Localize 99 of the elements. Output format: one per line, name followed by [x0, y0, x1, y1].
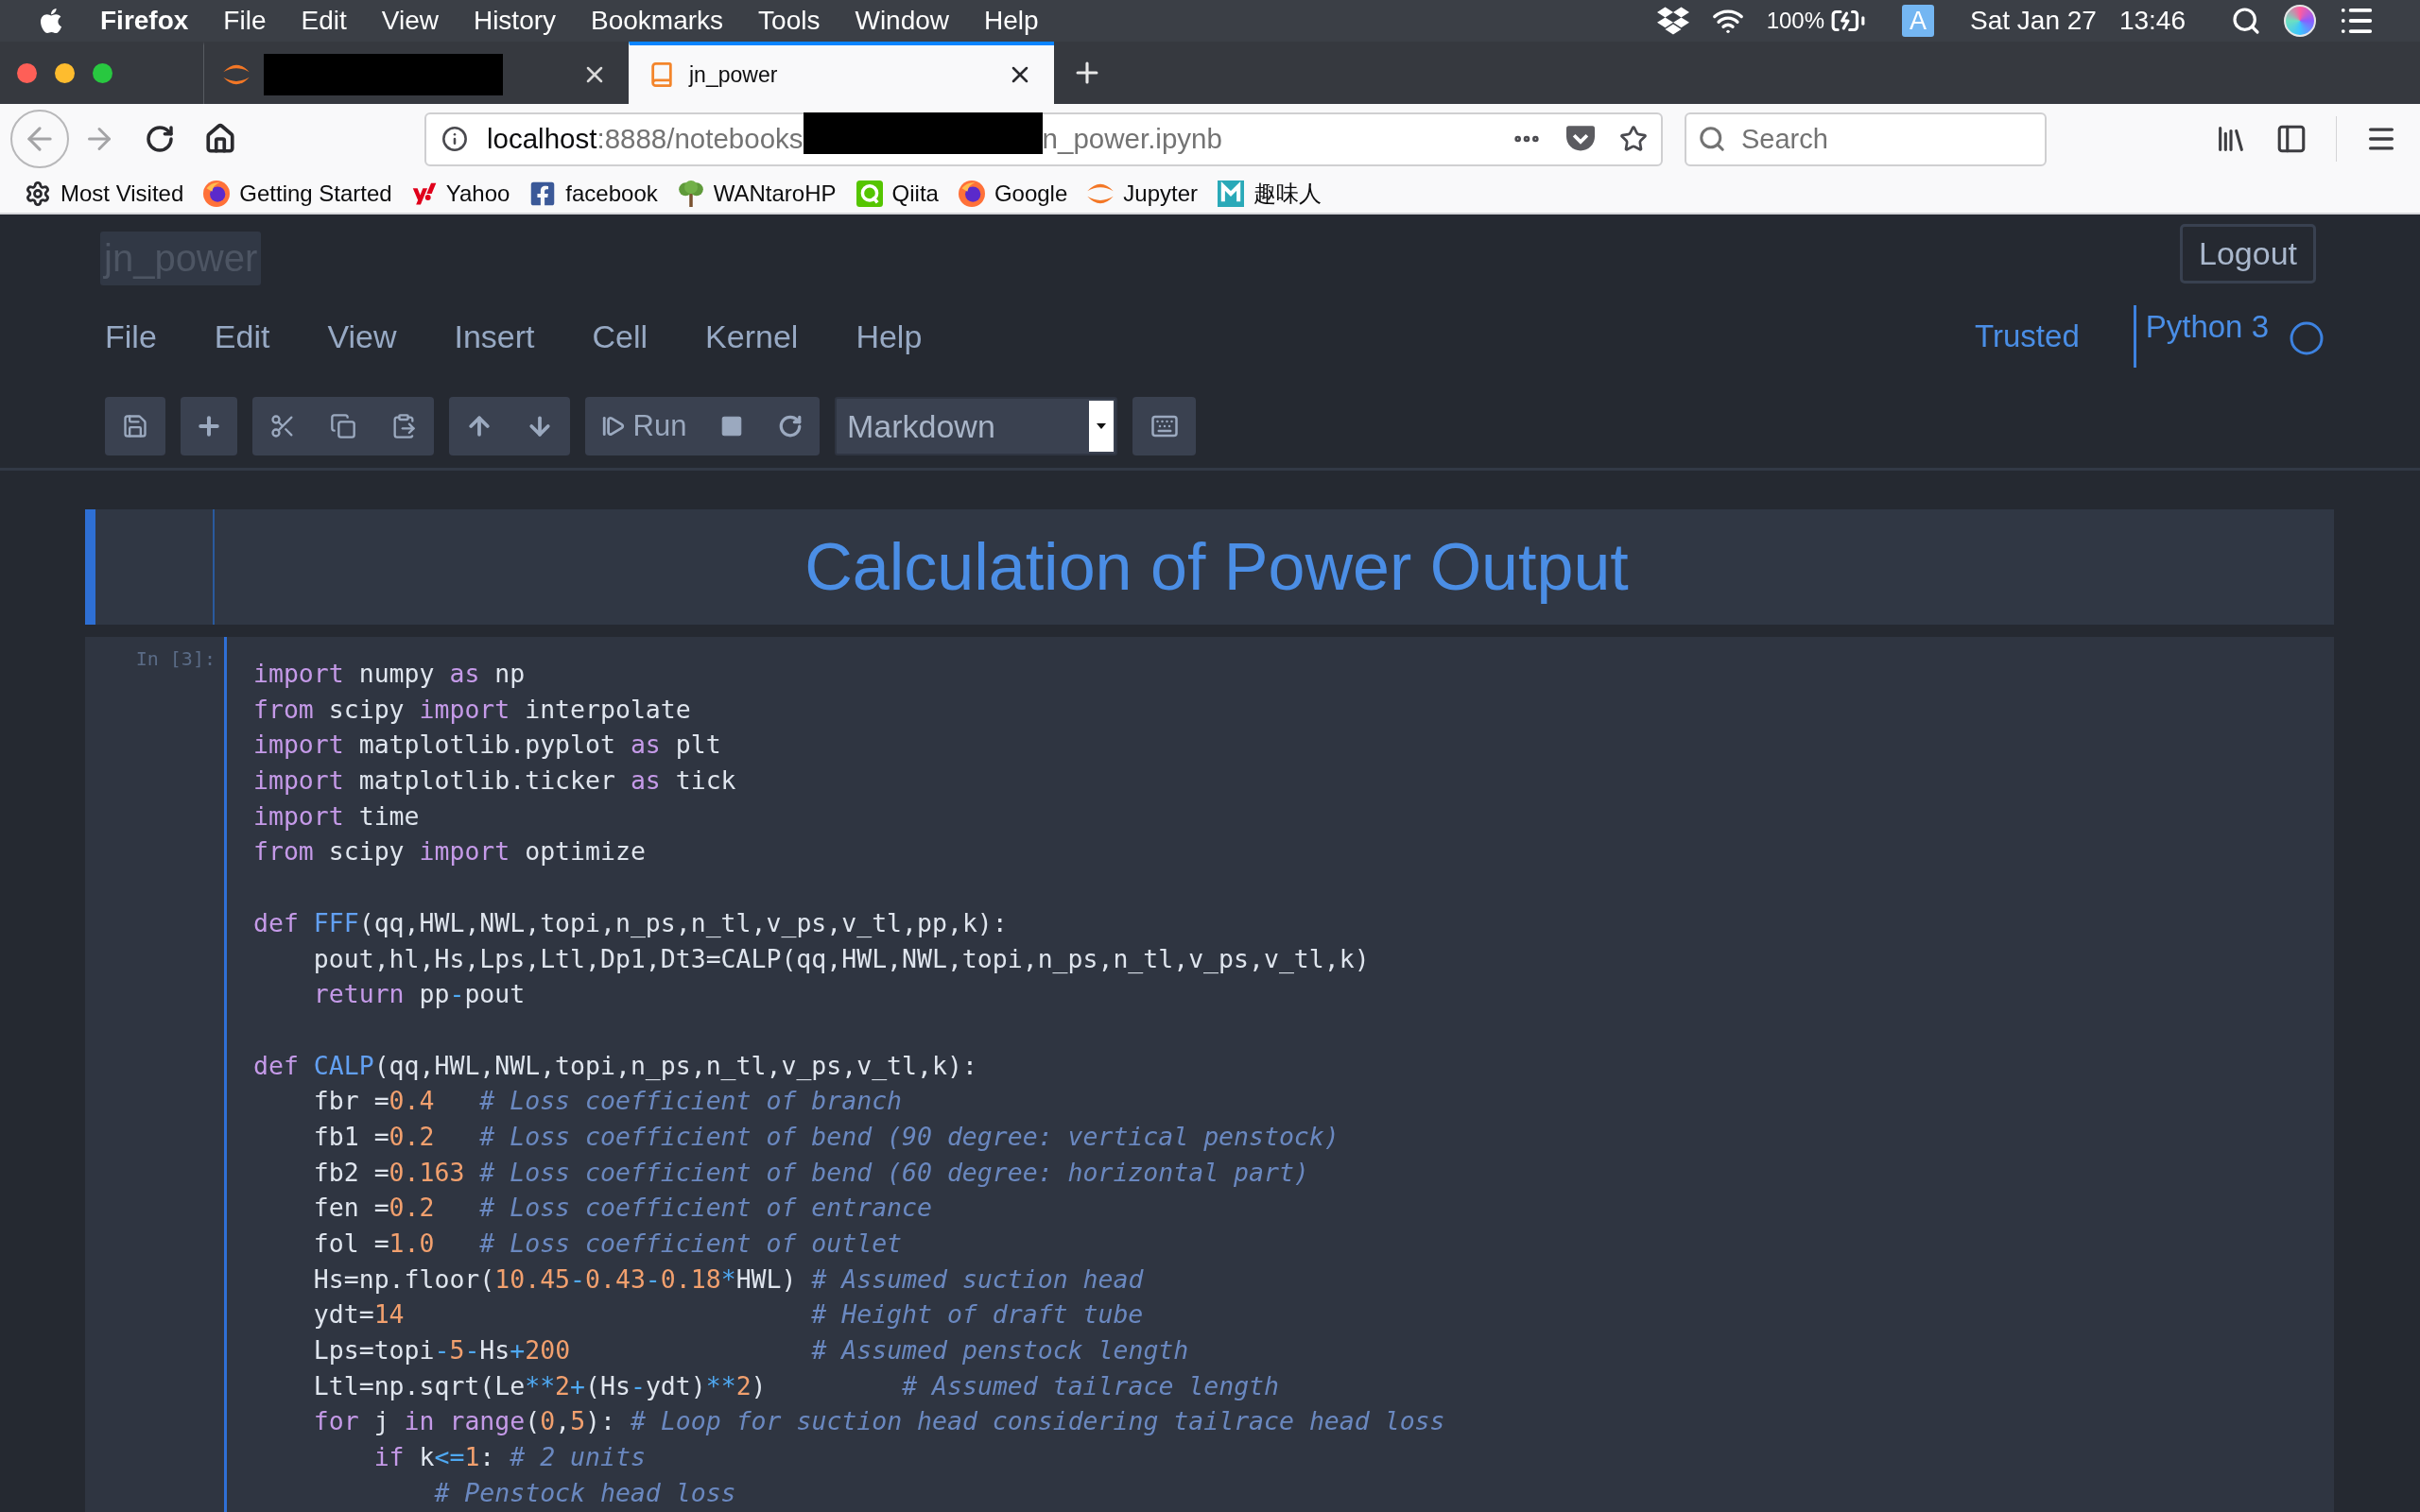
cell-heading: Calculation of Power Output — [804, 528, 1629, 606]
kernel-name[interactable]: Python 3 — [2145, 309, 2269, 345]
zoom-window-button[interactable] — [93, 62, 112, 83]
code-line: # Penstock head loss — [433, 1476, 736, 1509]
home-icon[interactable] — [204, 123, 236, 155]
menu-item[interactable]: File — [223, 0, 267, 42]
cell-type-select[interactable]: Markdown — [835, 397, 1117, 455]
code-line: ydt=14 # Height of draft tube — [312, 1298, 1144, 1332]
bookmark-item[interactable]: WANtaroHP — [677, 180, 837, 207]
code-line: from scipy import optimize — [253, 835, 646, 868]
code-line: def FFF(qq,HWL,NWL,topi,n_ps,n_tl,v_ps,v_tl,pp,k): — [253, 906, 1008, 939]
code-line: Hs=np.floor(10.45-0.43-0.18*HWL) # Assumed suction head — [312, 1263, 1144, 1296]
search-icon — [1698, 125, 1726, 153]
code-line: fbr =0.4 # Loss coefficient of branch — [312, 1085, 903, 1118]
code-line: return pp-pout — [312, 978, 526, 1011]
m-logo-icon — [1218, 180, 1244, 207]
menu-item[interactable]: History — [473, 0, 557, 42]
menu-item[interactable]: Edit — [214, 318, 270, 355]
menu-item[interactable]: Bookmarks — [591, 0, 724, 42]
code-line: import numpy as np — [253, 658, 526, 690]
menu-item[interactable]: Help — [856, 318, 923, 355]
cut-button[interactable] — [252, 397, 313, 455]
menu-item[interactable]: View — [327, 318, 397, 355]
code-line: if k<=1: # 2 units — [372, 1441, 646, 1474]
menu-item[interactable]: Edit — [301, 0, 347, 42]
arc-logo-icon — [1087, 182, 1115, 204]
move-up-button[interactable] — [449, 397, 510, 455]
code-line: fb1 =0.2 # Loss coefficient of bend (90 degree: vertical penstock) — [312, 1120, 1340, 1153]
logout-button[interactable]: Logout — [2180, 224, 2316, 284]
bookmark-item[interactable]: Google — [958, 180, 1068, 207]
insert-cell-button[interactable] — [181, 397, 237, 455]
menu-item[interactable]: Insert — [454, 318, 535, 355]
search-field[interactable]: Search — [1685, 112, 2047, 166]
copy-icon — [330, 413, 356, 439]
run-button[interactable]: Run — [585, 397, 702, 455]
chevron-shield-icon[interactable] — [1566, 126, 1595, 152]
code-line: fol =1.0 # Loss coefficient of outlet — [312, 1228, 903, 1260]
menu-item[interactable]: Kernel — [705, 318, 799, 355]
bookmark-item[interactable]: Jupyter — [1087, 180, 1198, 207]
menubar-time[interactable]: 13:46 — [2118, 0, 2186, 42]
gear-icon — [25, 180, 51, 207]
restart-icon — [778, 414, 803, 438]
restart-button[interactable] — [761, 397, 820, 455]
round-logo-icon — [203, 180, 231, 207]
sidebar-icon[interactable] — [2275, 123, 2308, 155]
bookmark-item[interactable]: Most Visited — [25, 180, 184, 207]
battery-percentage: 100% — [1766, 7, 1825, 35]
code-line: import matplotlib.ticker as tick — [253, 765, 736, 798]
menu-item[interactable]: Help — [984, 0, 1039, 42]
code-line: Ltl=np.sqrt(Le**2+(Hs-ydt)**2) # Assumed tailrace length — [312, 1369, 1280, 1402]
tree-icon — [677, 180, 704, 207]
bookmark-item[interactable]: 趣味人 — [1218, 178, 1322, 209]
trusted-indicator[interactable]: Trusted — [1975, 318, 2080, 354]
search-icon[interactable] — [2231, 6, 2261, 36]
book-icon — [648, 61, 675, 88]
info-icon[interactable] — [441, 126, 468, 152]
orb-icon[interactable] — [2284, 5, 2316, 37]
menu-item[interactable]: Tools — [758, 0, 821, 42]
step-forward-icon — [600, 414, 626, 438]
code-line: import time — [253, 799, 420, 833]
bookmark-item[interactable]: facebook — [529, 180, 658, 207]
browser-tab[interactable]: jn_power — [629, 42, 1054, 104]
y-logo-icon — [411, 180, 437, 206]
round-logo-icon — [958, 180, 985, 207]
bookmark-item[interactable]: Yahoo — [411, 180, 510, 207]
menu-item[interactable]: Window — [855, 0, 950, 42]
f-logo-icon — [529, 180, 557, 207]
keyboard-shortcuts-button[interactable] — [1132, 397, 1196, 455]
code-line: for j in range(0,5): # Loop for suction head considering tailrace head loss — [312, 1405, 1445, 1438]
reload-icon[interactable] — [145, 124, 175, 154]
save-icon — [122, 413, 148, 439]
code-line: fen =0.2 # Loss coefficient of entrance — [312, 1192, 932, 1225]
star-icon[interactable] — [1619, 125, 1648, 153]
address-bar[interactable]: localhost:8888/notebooks n_power.ipynb — [424, 112, 1663, 166]
move-down-button[interactable] — [510, 397, 570, 455]
menu-item[interactable]: File — [105, 318, 157, 355]
menu-item[interactable]: View — [381, 0, 439, 42]
menu-item[interactable]: Cell — [592, 318, 648, 355]
cell-prompt: In [3]: — [135, 647, 216, 670]
app-menu[interactable]: Firefox — [100, 0, 189, 42]
code-line: Lps=topi-5-Hs+200 # Assumed penstock length — [312, 1334, 1189, 1367]
stop-icon — [719, 414, 744, 438]
minimize-window-button[interactable] — [55, 62, 75, 83]
close-window-button[interactable] — [17, 62, 37, 83]
menubar-date[interactable]: Sat Jan 27 — [1970, 0, 2097, 42]
paste-button[interactable] — [373, 397, 434, 455]
markdown-cell[interactable]: Calculation of Power Output — [85, 509, 2334, 625]
code-line: import matplotlib.pyplot as plt — [253, 729, 721, 762]
code-line: pout,hl,Hs,Lps,Ltl,Dp1,Dt3=CALP(qq,HWL,NWL,topi,n_ps,n_tl,v_ps,v_tl,k) — [312, 942, 1370, 975]
arc-logo-icon — [223, 64, 250, 85]
code-line: fb2 =0.163 # Loss coefficient of bend (60 degree: horizontal part) — [312, 1156, 1309, 1189]
bookmark-item[interactable]: Getting Started — [203, 180, 392, 207]
q-logo-icon — [856, 180, 883, 207]
bookmark-item[interactable]: Qiita — [856, 180, 939, 207]
code-line: def CALP(qq,HWL,NWL,topi,n_ps,n_tl,v_ps,v_tl,k): — [253, 1049, 977, 1082]
code-cell[interactable] — [85, 637, 2334, 1512]
box-logo-icon[interactable] — [1656, 5, 1689, 37]
save-button[interactable] — [105, 397, 165, 455]
code-line: from scipy import interpolate — [253, 693, 691, 726]
